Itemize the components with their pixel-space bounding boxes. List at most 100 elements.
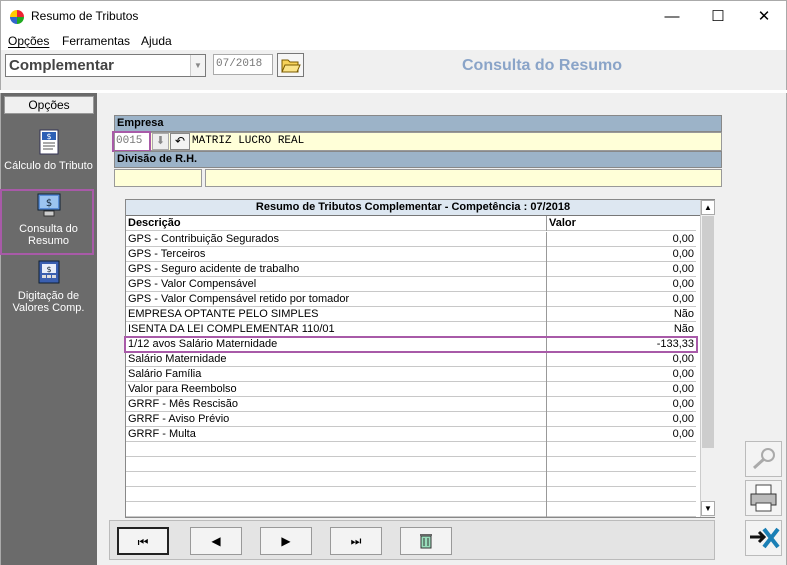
menu-ajuda-label: Ajuda <box>141 34 172 48</box>
register-dollar-icon: $ <box>35 258 63 286</box>
delete-button[interactable] <box>400 527 452 555</box>
print-button[interactable] <box>745 480 782 516</box>
cell-valor: 0,00 <box>546 412 696 427</box>
table-row[interactable] <box>126 442 696 457</box>
cell-valor <box>546 457 696 472</box>
first-icon: ⏮ <box>137 535 149 549</box>
menu-ferramentas-label: Ferramentas <box>62 34 131 48</box>
exit-icon <box>750 527 780 549</box>
minimize-icon[interactable]: — <box>649 1 695 32</box>
sidebar-item-digitacao[interactable]: $ Digitação de Valores Comp. <box>3 258 94 323</box>
table-row[interactable] <box>126 472 696 487</box>
trash-icon <box>420 534 432 549</box>
search-button[interactable] <box>745 441 782 477</box>
cell-valor <box>546 442 696 457</box>
grid-caption: Resumo de Tributos Complementar - Compet… <box>126 200 700 216</box>
app-icon <box>10 10 24 24</box>
first-record-button[interactable]: ⏮ <box>117 527 169 555</box>
highlight-box <box>124 336 698 353</box>
previous-icon: ◀ <box>211 534 221 548</box>
table-row[interactable]: ISENTA DA LEI COMPLEMENTAR 110/01 Não <box>126 322 696 337</box>
cell-valor: 0,00 <box>546 292 696 307</box>
svg-text:$: $ <box>46 265 51 274</box>
nav-bar: ⏮ ◀ ▶ ⏭ <box>109 520 715 560</box>
division-code-input[interactable] <box>114 169 202 187</box>
period-input[interactable]: 07/2018 <box>213 54 273 75</box>
cell-descricao: GPS - Seguro acidente de trabalho <box>128 263 300 275</box>
summary-grid[interactable]: Resumo de Tributos Complementar - Compet… <box>124 199 715 518</box>
scroll-down-icon[interactable]: ▼ <box>701 501 715 516</box>
table-row[interactable]: GPS - Terceiros 0,00 <box>126 247 696 262</box>
division-section-label: Divisão de R.H. <box>114 151 722 168</box>
menu-opcoes[interactable]: Opções <box>8 34 49 48</box>
exit-button[interactable] <box>745 520 782 556</box>
table-row[interactable]: GRRF - Mês Rescisão 0,00 <box>126 397 696 412</box>
window-title: Resumo de Tributos <box>31 9 139 23</box>
cell-descricao: GPS - Contribuição Segurados <box>128 233 280 245</box>
cell-descricao: Valor para Reembolso <box>128 383 237 395</box>
sidebar-item-calculo-label: Cálculo do Tributo <box>4 160 93 172</box>
cell-valor: Não <box>546 307 696 322</box>
cell-valor: 0,00 <box>546 427 696 442</box>
last-record-button[interactable]: ⏭ <box>330 527 382 555</box>
company-row: 0015 ⬇ ↶ MATRIZ LUCRO REAL <box>114 132 722 151</box>
open-folder-button[interactable] <box>277 53 304 77</box>
table-row[interactable]: GPS - Valor Compensável retido por tomad… <box>126 292 696 307</box>
page-title: Consulta do Resumo <box>462 57 623 74</box>
table-row[interactable] <box>126 502 696 517</box>
company-name: MATRIZ LUCRO REAL <box>192 135 305 147</box>
table-row[interactable]: GPS - Contribuição Segurados 0,00 <box>126 232 696 247</box>
sidebar-item-calculo[interactable]: $ Cálculo do Tributo <box>3 128 94 193</box>
table-row[interactable] <box>126 487 696 502</box>
menu-ferramentas[interactable]: Ferramentas <box>62 34 130 48</box>
table-row[interactable]: GPS - Seguro acidente de trabalho 0,00 <box>126 262 696 277</box>
magnifier-icon <box>752 448 775 470</box>
cell-descricao: Salário Família <box>128 368 202 380</box>
menu-ajuda[interactable]: Ajuda <box>141 34 172 48</box>
cell-valor: 0,00 <box>546 352 696 367</box>
highlight-box <box>112 131 151 152</box>
grid-header: Descrição Valor <box>126 216 696 231</box>
printer-icon <box>750 484 777 512</box>
cell-descricao: GRRF - Multa <box>128 428 196 440</box>
table-row[interactable]: GRRF - Multa 0,00 <box>126 427 696 442</box>
chevron-down-icon[interactable]: ▼ <box>190 55 205 76</box>
sidebar: Opções $ Cálculo do Tributo $ Consulta d… <box>0 93 97 565</box>
maximize-icon[interactable]: ☐ <box>695 1 741 32</box>
undo-icon[interactable]: ↶ <box>170 133 190 150</box>
menu-bar: Opções Ferramentas Ajuda <box>0 31 787 50</box>
close-icon[interactable]: ✕ <box>741 1 787 32</box>
cell-valor: 0,00 <box>546 232 696 247</box>
table-row[interactable]: Salário Maternidade 0,00 <box>126 352 696 367</box>
cell-valor: 0,00 <box>546 262 696 277</box>
svg-text:$: $ <box>46 132 51 141</box>
type-select[interactable]: Complementar ▼ <box>5 54 206 77</box>
table-row[interactable] <box>126 457 696 472</box>
document-dollar-icon: $ <box>35 128 63 156</box>
column-header-valor: Valor <box>546 216 696 231</box>
sidebar-header: Opções <box>4 96 94 114</box>
table-row[interactable]: Salário Família 0,00 <box>126 367 696 382</box>
cell-valor <box>546 472 696 487</box>
cell-descricao: GPS - Terceiros <box>128 248 206 260</box>
main-panel: Empresa 0015 ⬇ ↶ MATRIZ LUCRO REAL Divis… <box>97 93 787 565</box>
table-row[interactable]: GRRF - Aviso Prévio 0,00 <box>126 412 696 427</box>
next-record-button[interactable]: ▶ <box>260 527 312 555</box>
division-name-input[interactable] <box>205 169 722 187</box>
scroll-up-icon[interactable]: ▲ <box>701 200 715 215</box>
cell-descricao: GRRF - Mês Rescisão <box>128 398 239 410</box>
title-bar: Resumo de Tributos — ☐ ✕ <box>0 0 787 31</box>
cell-descricao: EMPRESA OPTANTE PELO SIMPLES <box>128 308 319 320</box>
table-row[interactable]: EMPRESA OPTANTE PELO SIMPLES Não <box>126 307 696 322</box>
cell-descricao: GPS - Valor Compensável retido por tomad… <box>128 293 350 305</box>
cell-descricao: GRRF - Aviso Prévio <box>128 413 230 425</box>
previous-record-button[interactable]: ◀ <box>190 527 242 555</box>
column-header-descricao: Descrição <box>128 217 181 229</box>
download-icon[interactable]: ⬇ <box>152 133 169 150</box>
scroll-thumb[interactable] <box>702 216 714 448</box>
cell-valor: 0,00 <box>546 382 696 397</box>
vertical-scrollbar[interactable]: ▲ ▼ <box>700 200 715 517</box>
last-icon: ⏭ <box>350 534 362 548</box>
table-row[interactable]: GPS - Valor Compensável 0,00 <box>126 277 696 292</box>
table-row[interactable]: Valor para Reembolso 0,00 <box>126 382 696 397</box>
